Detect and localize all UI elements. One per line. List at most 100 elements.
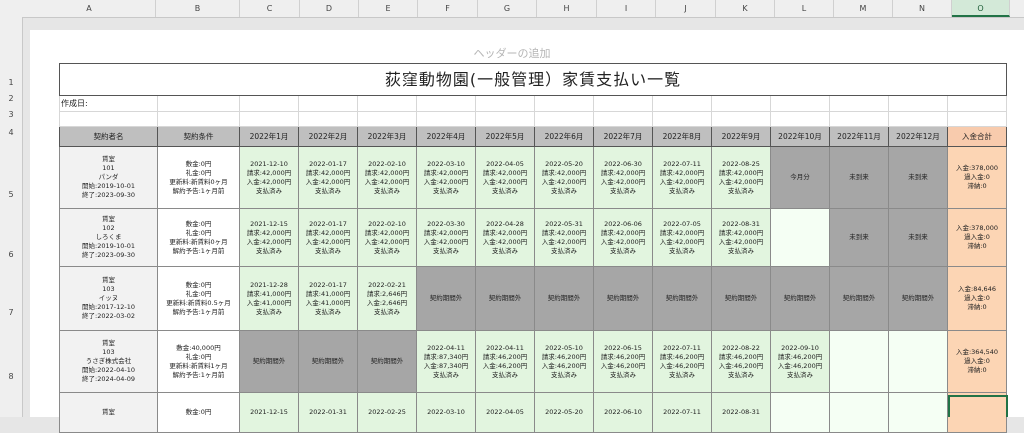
column-header-h[interactable]: H: [537, 0, 597, 17]
empty-cell[interactable]: [475, 95, 535, 112]
payment-total-cell[interactable]: 入金:84,646 過入金:0 滞納:0: [947, 266, 1007, 331]
empty-cell[interactable]: [416, 111, 476, 127]
month-payment-cell[interactable]: 2021-12-15 請求:42,000円 入金:42,000円 支払済み: [239, 208, 299, 267]
empty-cell[interactable]: [593, 111, 653, 127]
column-header-e[interactable]: E: [359, 0, 418, 17]
month-payment-cell[interactable]: 契約期間外: [475, 266, 535, 331]
month-payment-cell[interactable]: 2022-01-17 請求:42,000円 入金:42,000円 支払済み: [298, 208, 358, 267]
month-payment-cell[interactable]: 2021-12-15: [239, 392, 299, 433]
empty-cell[interactable]: [534, 111, 594, 127]
column-heading[interactable]: 2022年10月: [770, 126, 830, 147]
contract-terms-cell[interactable]: 敷金:0円: [157, 392, 240, 433]
empty-cell[interactable]: [652, 111, 712, 127]
month-payment-cell[interactable]: 2022-04-28 請求:42,000円 入金:42,000円 支払済み: [475, 208, 535, 267]
empty-cell[interactable]: [652, 95, 712, 112]
empty-cell[interactable]: [59, 111, 158, 127]
month-payment-cell[interactable]: [829, 330, 889, 393]
month-payment-cell[interactable]: 2022-03-30 請求:42,000円 入金:42,000円 支払済み: [416, 208, 476, 267]
column-header-b[interactable]: B: [156, 0, 240, 17]
payment-total-cell[interactable]: 入金:364,540 過入金:0 滞納:0: [947, 330, 1007, 393]
empty-cell[interactable]: [357, 95, 417, 112]
contract-terms-cell[interactable]: 敷金:0円 礼金:0円 更新料:新賃料0ヶ月 解約予告:1ヶ月前: [157, 146, 240, 209]
empty-cell[interactable]: [711, 111, 771, 127]
empty-cell[interactable]: [888, 111, 948, 127]
month-payment-cell[interactable]: 2022-07-11 請求:42,000円 入金:42,000円 支払済み: [652, 146, 712, 209]
month-payment-cell[interactable]: 契約期間外: [711, 266, 771, 331]
column-heading[interactable]: 契約条件: [157, 126, 240, 147]
month-payment-cell[interactable]: 2022-04-11 請求:46,200円 入金:46,200円 支払済み: [475, 330, 535, 393]
row-header-2[interactable]: 2: [0, 94, 22, 103]
month-payment-cell[interactable]: 未到来: [888, 208, 948, 267]
month-payment-cell[interactable]: [888, 392, 948, 433]
empty-cell[interactable]: [357, 111, 417, 127]
month-payment-cell[interactable]: 契約期間外: [593, 266, 653, 331]
month-payment-cell[interactable]: 2022-07-11 請求:46,200円 入金:46,200円 支払済み: [652, 330, 712, 393]
empty-cell[interactable]: [947, 111, 1007, 127]
row-header-8[interactable]: 8: [0, 372, 22, 381]
tenant-cell[interactable]: 賃室: [59, 392, 158, 433]
column-heading[interactable]: 2022年1月: [239, 126, 299, 147]
month-payment-cell[interactable]: 2022-02-10 請求:42,000円 入金:42,000円 支払済み: [357, 146, 417, 209]
empty-cell[interactable]: [239, 95, 299, 112]
month-payment-cell[interactable]: [888, 330, 948, 393]
column-header-a[interactable]: A: [23, 0, 156, 17]
tenant-cell[interactable]: 賃室 102 しろくま 開始:2019-10-01 終了:2023-09-30: [59, 208, 158, 267]
column-heading[interactable]: 2022年12月: [888, 126, 948, 147]
column-heading[interactable]: 2022年9月: [711, 126, 771, 147]
row-header-6[interactable]: 6: [0, 250, 22, 259]
column-heading[interactable]: 2022年2月: [298, 126, 358, 147]
column-header-k[interactable]: K: [716, 0, 775, 17]
month-payment-cell[interactable]: 2022-08-22 請求:46,200円 入金:46,200円 支払済み: [711, 330, 771, 393]
row-header-5[interactable]: 5: [0, 190, 22, 199]
month-payment-cell[interactable]: [770, 392, 830, 433]
month-payment-cell[interactable]: 契約期間外: [770, 266, 830, 331]
row-header-4[interactable]: 4: [0, 128, 22, 137]
month-payment-cell[interactable]: 契約期間外: [888, 266, 948, 331]
month-payment-cell[interactable]: [770, 208, 830, 267]
column-heading[interactable]: 2022年8月: [652, 126, 712, 147]
month-payment-cell[interactable]: 2022-05-20: [534, 392, 594, 433]
empty-cell[interactable]: [711, 95, 771, 112]
month-payment-cell[interactable]: 2022-04-05: [475, 392, 535, 433]
add-header-hint[interactable]: ヘッダーの追加: [0, 45, 1024, 61]
month-payment-cell[interactable]: 2022-02-10 請求:42,000円 入金:42,000円 支払済み: [357, 208, 417, 267]
empty-cell[interactable]: [829, 111, 889, 127]
month-payment-cell[interactable]: 2022-07-05 請求:42,000円 入金:42,000円 支払済み: [652, 208, 712, 267]
month-payment-cell[interactable]: 2022-09-10 請求:46,200円 入金:46,200円 支払済み: [770, 330, 830, 393]
empty-cell[interactable]: [770, 95, 830, 112]
tenant-cell[interactable]: 賃室 101 パンダ 開始:2019-10-01 終了:2023-09-30: [59, 146, 158, 209]
month-payment-cell[interactable]: 契約期間外: [652, 266, 712, 331]
row-header-7[interactable]: 7: [0, 308, 22, 317]
month-payment-cell[interactable]: 2022-02-25: [357, 392, 417, 433]
empty-cell[interactable]: [298, 111, 358, 127]
empty-cell[interactable]: [157, 111, 240, 127]
month-payment-cell[interactable]: [829, 392, 889, 433]
empty-cell[interactable]: [416, 95, 476, 112]
column-heading[interactable]: 2022年7月: [593, 126, 653, 147]
row-header-1[interactable]: 1: [0, 78, 22, 87]
empty-cell[interactable]: [298, 95, 358, 112]
empty-cell[interactable]: [157, 95, 240, 112]
contract-terms-cell[interactable]: 敷金:40,000円 礼金:0円 更新料:新賃料1ヶ月 解約予告:1ヶ月前: [157, 330, 240, 393]
empty-cell[interactable]: [888, 95, 948, 112]
month-payment-cell[interactable]: 2022-02-21 請求:2,646円 入金:2,646円 支払済み: [357, 266, 417, 331]
month-payment-cell[interactable]: 2022-01-17 請求:41,000円 入金:41,000円 支払済み: [298, 266, 358, 331]
column-heading[interactable]: 2022年6月: [534, 126, 594, 147]
month-payment-cell[interactable]: 2022-07-11: [652, 392, 712, 433]
month-payment-cell[interactable]: 2022-08-31: [711, 392, 771, 433]
column-header-j[interactable]: J: [656, 0, 716, 17]
month-payment-cell[interactable]: 契約期間外: [534, 266, 594, 331]
month-payment-cell[interactable]: 2022-03-10 請求:42,000円 入金:42,000円 支払済み: [416, 146, 476, 209]
month-payment-cell[interactable]: 今月分: [770, 146, 830, 209]
month-payment-cell[interactable]: 2022-05-10 請求:46,200円 入金:46,200円 支払済み: [534, 330, 594, 393]
month-payment-cell[interactable]: 2022-01-17 請求:42,000円 入金:42,000円 支払済み: [298, 146, 358, 209]
column-heading[interactable]: 2022年4月: [416, 126, 476, 147]
month-payment-cell[interactable]: 契約期間外: [357, 330, 417, 393]
month-payment-cell[interactable]: 2022-06-30 請求:42,000円 入金:42,000円 支払済み: [593, 146, 653, 209]
month-payment-cell[interactable]: 2022-08-25 請求:42,000円 入金:42,000円 支払済み: [711, 146, 771, 209]
column-heading[interactable]: 2022年5月: [475, 126, 535, 147]
empty-cell[interactable]: [475, 111, 535, 127]
empty-cell[interactable]: [593, 95, 653, 112]
column-header-c[interactable]: C: [240, 0, 300, 17]
tenant-cell[interactable]: 賃室 103 イッヌ 開始:2017-12-10 終了:2022-03-02: [59, 266, 158, 331]
